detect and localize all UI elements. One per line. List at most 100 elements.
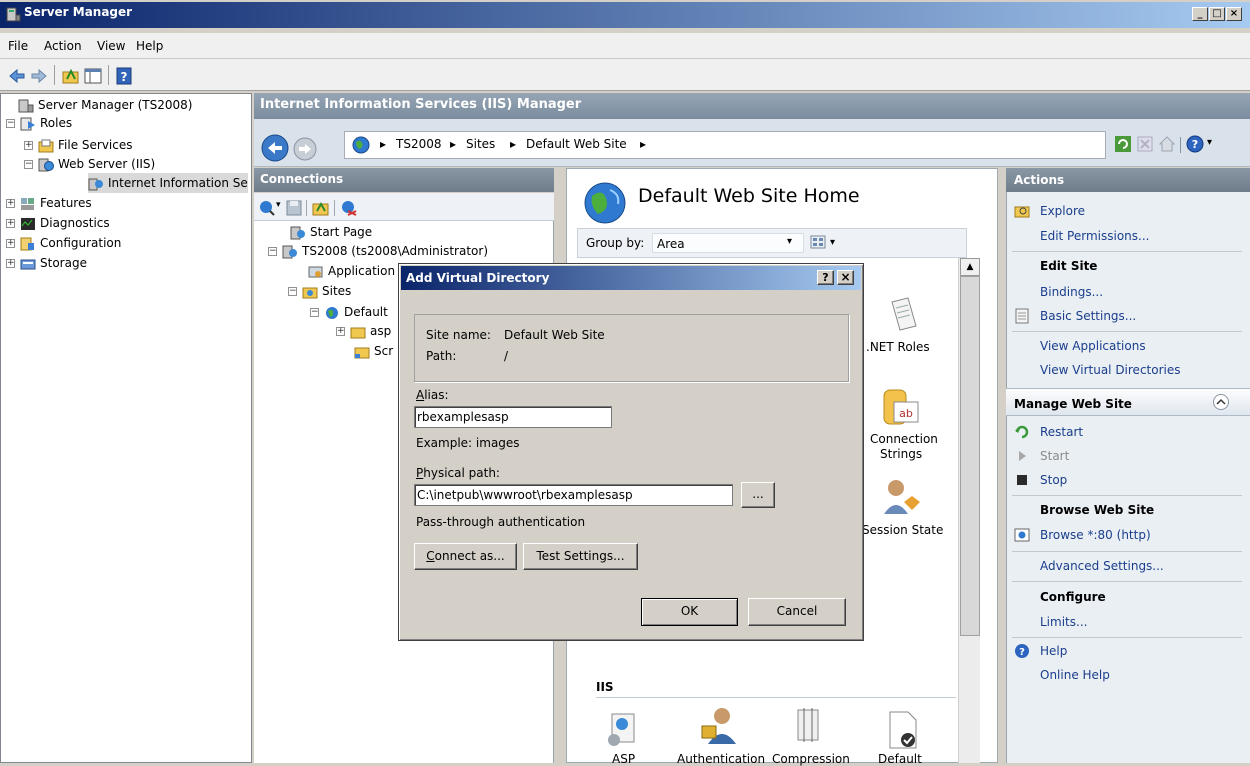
view-dropdown-icon[interactable]: ▾ [830, 237, 835, 248]
action-restart[interactable]: Restart [1040, 425, 1083, 439]
tree-item-web-server[interactable]: − Web Server (IIS) [24, 154, 155, 174]
action-advanced-settings[interactable]: Advanced Settings... [1040, 559, 1164, 573]
expand-icon[interactable]: + [336, 327, 345, 336]
collapse-icon[interactable]: − [24, 160, 33, 169]
actions-divider [1012, 251, 1242, 252]
conn-item-start-page[interactable]: Start Page [290, 222, 372, 242]
expand-icon[interactable]: + [24, 141, 33, 150]
back-arrow-icon[interactable] [8, 67, 26, 85]
collapse-icon[interactable]: − [6, 119, 15, 128]
breadcrumb-sites[interactable]: Sites [466, 137, 495, 151]
action-basic-settings[interactable]: Basic Settings... [1040, 309, 1136, 323]
collapse-icon[interactable]: − [288, 287, 297, 296]
expand-icon[interactable]: + [6, 199, 15, 208]
physical-path-input[interactable] [414, 484, 733, 506]
menu-view[interactable]: View [97, 39, 125, 53]
help-book-icon[interactable]: ? [115, 67, 133, 85]
globe-icon [352, 136, 370, 154]
tree-item-iis-manager[interactable]: Internet Information Se [88, 173, 248, 193]
expand-icon[interactable]: + [6, 259, 15, 268]
tree-item-file-services[interactable]: + File Services [24, 135, 133, 155]
show-hide-tree-icon[interactable] [84, 67, 102, 85]
expand-icon[interactable]: + [6, 219, 15, 228]
conn-item-default-site[interactable]: − Default [310, 302, 388, 322]
tree-item-configuration[interactable]: + Configuration [6, 233, 121, 253]
save-icon[interactable] [285, 199, 303, 217]
feature-connection-strings-line2[interactable]: Strings [880, 447, 922, 461]
conn-item-child-asp[interactable]: + asp [336, 321, 391, 341]
feature-asp[interactable]: ASP [612, 752, 635, 766]
maximize-button[interactable]: □ [1209, 7, 1225, 21]
server-icon [282, 245, 297, 258]
action-view-applications[interactable]: View Applications [1040, 339, 1146, 353]
menu-action[interactable]: Action [44, 39, 82, 53]
session-state-icon [884, 480, 920, 514]
tree-item-features[interactable]: + Features [6, 193, 92, 213]
group-by-select[interactable]: Area ▾ [652, 233, 804, 253]
up-level-icon[interactable] [312, 199, 330, 217]
help-dropdown-icon[interactable]: ▾ [1207, 137, 1212, 148]
ok-button[interactable]: OK [641, 598, 738, 626]
feature-default[interactable]: Default [878, 752, 922, 766]
action-bindings[interactable]: Bindings... [1040, 285, 1103, 299]
action-view-virtual-directories[interactable]: View Virtual Directories [1040, 363, 1181, 377]
address-bar[interactable] [344, 131, 1106, 159]
conn-item-server[interactable]: − TS2008 (ts2008\Administrator) [268, 241, 488, 261]
up-folder-icon[interactable] [62, 67, 80, 85]
connect-dropdown-icon[interactable]: ▾ [276, 200, 281, 210]
stop-icon[interactable] [1136, 135, 1154, 153]
action-stop[interactable]: Stop [1040, 473, 1067, 487]
tree-item-diagnostics[interactable]: + Diagnostics [6, 213, 110, 233]
tree-label: Configuration [40, 236, 122, 250]
feature-authentication[interactable]: Authentication [677, 752, 765, 766]
action-online-help[interactable]: Online Help [1040, 668, 1110, 682]
close-window-button[interactable]: × [1226, 7, 1242, 21]
feature-session-state[interactable]: Session State [862, 523, 943, 537]
scrollbar-thumb[interactable] [960, 276, 980, 636]
breadcrumb-default-web-site[interactable]: Default Web Site [526, 137, 627, 151]
tree-label: Internet Information Se [108, 176, 248, 190]
tree-item-roles[interactable]: − Roles [6, 113, 72, 133]
action-edit-permissions[interactable]: Edit Permissions... [1040, 229, 1149, 243]
expand-icon[interactable]: + [6, 239, 15, 248]
connect-icon[interactable] [258, 199, 276, 217]
collapse-icon[interactable]: − [268, 247, 277, 256]
connect-as-button[interactable]: Connect as... [414, 543, 517, 570]
breadcrumb-ts2008[interactable]: TS2008 [396, 137, 442, 151]
test-settings-button[interactable]: Test Settings... [523, 543, 638, 570]
conn-item-sites[interactable]: − Sites [288, 281, 351, 301]
home-icon[interactable] [1158, 135, 1176, 153]
action-explore[interactable]: Explore [1040, 204, 1085, 218]
action-limits[interactable]: Limits... [1040, 615, 1087, 629]
tree-item-server-manager[interactable]: Server Manager (TS2008) [18, 95, 192, 115]
cancel-button[interactable]: Cancel [748, 598, 846, 626]
conn-item-child-scr[interactable]: Scr [354, 341, 393, 361]
collapse-chevron-icon[interactable] [1212, 393, 1230, 411]
menu-help[interactable]: Help [136, 39, 163, 53]
refresh-icon[interactable] [1114, 135, 1132, 153]
help-icon[interactable]: ? [1186, 135, 1204, 153]
feature-compression[interactable]: Compression [772, 752, 850, 766]
browse-path-button[interactable]: ... [741, 482, 775, 508]
dialog-help-button[interactable]: ? [817, 270, 834, 285]
action-help[interactable]: Help [1040, 644, 1067, 658]
file-services-icon [38, 139, 54, 152]
storage-icon [20, 259, 36, 269]
dialog-close-button[interactable]: × [837, 270, 854, 285]
action-start[interactable]: Start [1040, 449, 1069, 463]
feature-net-roles[interactable]: .NET Roles [866, 340, 930, 354]
forward-button-icon[interactable] [292, 136, 322, 166]
disconnect-icon[interactable] [340, 199, 358, 217]
forward-arrow-icon[interactable] [30, 67, 48, 85]
back-button-icon[interactable] [260, 133, 290, 163]
tree-item-storage[interactable]: + Storage [6, 253, 87, 273]
scroll-up-icon[interactable]: ▲ [960, 258, 980, 276]
feature-connection-strings-line1[interactable]: Connection [870, 432, 938, 446]
alias-input[interactable] [414, 406, 612, 428]
collapse-icon[interactable]: − [310, 308, 319, 317]
minimize-button[interactable]: _ [1192, 7, 1208, 21]
menu-file[interactable]: File [8, 39, 28, 53]
action-browse[interactable]: Browse *:80 (http) [1040, 528, 1151, 542]
view-mode-icon[interactable] [810, 235, 828, 251]
conn-item-app-pools[interactable]: Application [308, 261, 395, 281]
